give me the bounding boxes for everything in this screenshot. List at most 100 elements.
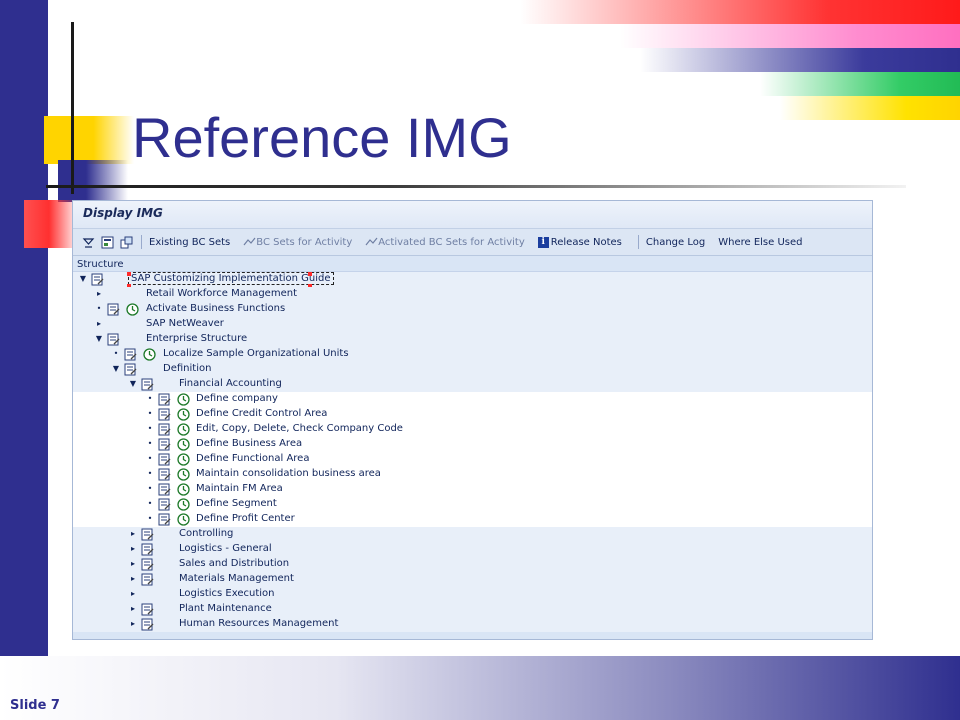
leaf-bullet-icon: •: [147, 469, 153, 478]
document-icon: [158, 513, 171, 526]
existing-bc-sets-button[interactable]: Existing BC Sets: [149, 237, 230, 248]
leaf-bullet-icon: •: [147, 394, 153, 403]
tree-node-label: Define Profit Center: [196, 513, 295, 524]
where-else-used-button[interactable]: Where Else Used: [718, 237, 802, 248]
execute-clock-icon[interactable]: [177, 498, 190, 511]
tree-node[interactable]: ▼ Enterprise Structure: [73, 332, 872, 347]
document-icon: [158, 483, 171, 496]
document-icon: [124, 363, 137, 376]
tree-node[interactable]: • Define Business Area: [73, 437, 872, 452]
execute-clock-icon[interactable]: [177, 408, 190, 421]
tree-node[interactable]: • Activate Business Functions: [73, 302, 872, 317]
collapse-icon[interactable]: ▼: [112, 365, 120, 373]
tree-node-root[interactable]: ▼ SAP Customizing Implementation Guide: [73, 272, 872, 288]
tree-node[interactable]: ▸ SAP NetWeaver: [73, 317, 872, 332]
collapse-icon[interactable]: ▼: [129, 380, 137, 388]
execute-clock-icon[interactable]: [126, 303, 139, 316]
expand-subtree-icon[interactable]: [81, 235, 95, 249]
decor-bottom-band: [0, 656, 960, 720]
tree-node[interactable]: • Define Functional Area: [73, 452, 872, 467]
document-icon: [141, 378, 154, 391]
expand-icon[interactable]: ▸: [129, 530, 137, 538]
navigation-icon[interactable]: [119, 235, 133, 249]
tree-node[interactable]: ▼ Financial Accounting: [73, 377, 872, 392]
activated-bc-sets-button[interactable]: Activated BC Sets for Activity: [365, 237, 525, 248]
display-icon[interactable]: [100, 235, 114, 249]
document-icon: [107, 303, 120, 316]
execute-clock-icon[interactable]: [177, 393, 190, 406]
bc-sets-for-activity-button[interactable]: BC Sets for Activity: [243, 237, 352, 248]
tree-node[interactable]: • Define Credit Control Area: [73, 407, 872, 422]
focus-marker: [308, 272, 312, 276]
tree-node-label: Activate Business Functions: [146, 303, 286, 314]
execute-clock-icon[interactable]: [143, 348, 156, 361]
leaf-bullet-icon: •: [147, 454, 153, 463]
decor-band-blue: [640, 48, 960, 72]
document-icon: [158, 468, 171, 481]
expand-icon[interactable]: ▸: [129, 560, 137, 568]
tree-node-label: SAP NetWeaver: [146, 318, 224, 329]
tree-node-label: Define Segment: [196, 498, 277, 509]
expand-icon[interactable]: ▸: [129, 545, 137, 553]
expand-icon[interactable]: ▸: [129, 590, 137, 598]
tree-node[interactable]: • Define company: [73, 392, 872, 407]
document-icon: [141, 528, 154, 541]
document-icon: [91, 273, 104, 286]
tree-node[interactable]: • Localize Sample Organizational Units: [73, 347, 872, 362]
leaf-bullet-icon: •: [147, 514, 153, 523]
focus-marker: [127, 272, 131, 276]
execute-clock-icon[interactable]: [177, 468, 190, 481]
tree-node[interactable]: • Edit, Copy, Delete, Check Company Code: [73, 422, 872, 437]
tree-node[interactable]: ▸ Materials Management: [73, 572, 872, 587]
change-log-button[interactable]: Change Log: [646, 237, 705, 248]
info-icon: i: [537, 236, 549, 248]
document-icon: [141, 573, 154, 586]
decor-vertical-line: [71, 22, 74, 194]
expand-icon[interactable]: ▸: [129, 620, 137, 628]
collapse-icon[interactable]: ▼: [95, 335, 103, 343]
tree-node[interactable]: ▸ Plant Maintenance: [73, 602, 872, 617]
leaf-bullet-icon: •: [147, 424, 153, 433]
expand-icon[interactable]: ▸: [129, 605, 137, 613]
bc-set-icon: [243, 237, 256, 245]
tree-node[interactable]: ▸ Retail Workforce Management: [73, 287, 872, 302]
expand-icon[interactable]: ▸: [129, 575, 137, 583]
execute-clock-icon[interactable]: [177, 513, 190, 526]
tree-node[interactable]: • Maintain consolidation business area: [73, 467, 872, 482]
tree-node[interactable]: • Define Segment: [73, 497, 872, 512]
activated-bc-sets-label: Activated BC Sets for Activity: [378, 236, 525, 248]
collapse-icon[interactable]: ▼: [79, 275, 87, 283]
tree-node-label: Logistics - General: [179, 543, 272, 554]
execute-clock-icon[interactable]: [177, 483, 190, 496]
tree-node-label: Plant Maintenance: [179, 603, 272, 614]
tree-node-label: Define Functional Area: [196, 453, 310, 464]
tree-node-label: SAP Customizing Implementation Guide: [128, 272, 334, 285]
expand-icon[interactable]: ▸: [95, 320, 103, 328]
expand-icon[interactable]: ▸: [95, 290, 103, 298]
tree-node-label: Financial Accounting: [179, 378, 282, 389]
document-icon: [107, 333, 120, 346]
tree-node[interactable]: ▸ Sales and Distribution: [73, 557, 872, 572]
tree-node[interactable]: ▸ Controlling: [73, 527, 872, 542]
tree-node-label: Edit, Copy, Delete, Check Company Code: [196, 423, 403, 434]
tree-node[interactable]: • Maintain FM Area: [73, 482, 872, 497]
tree-node-label: Definition: [163, 363, 212, 374]
activated-bc-set-icon: [365, 237, 378, 245]
execute-clock-icon[interactable]: [177, 423, 190, 436]
tree-node[interactable]: ▸ Human Resources Management: [73, 617, 872, 632]
document-icon: [141, 543, 154, 556]
sap-display-img-window: Display IMG Existing BC Sets BC Sets for…: [72, 200, 873, 640]
tree-node[interactable]: • Define Profit Center: [73, 512, 872, 527]
tree-node-label: Enterprise Structure: [146, 333, 248, 344]
execute-clock-icon[interactable]: [177, 453, 190, 466]
slide-title: Reference IMG: [132, 106, 512, 169]
decor-band-green: [760, 72, 960, 96]
toolbar: Existing BC Sets BC Sets for Activity Ac…: [73, 229, 872, 256]
release-notes-button[interactable]: i Release Notes: [537, 236, 622, 248]
execute-clock-icon[interactable]: [177, 438, 190, 451]
document-icon: [141, 618, 154, 631]
tree-node[interactable]: ▼ Definition: [73, 362, 872, 377]
tree-node[interactable]: ▸ Logistics Execution: [73, 587, 872, 602]
tree-node[interactable]: ▸ Logistics - General: [73, 542, 872, 557]
document-icon: [158, 498, 171, 511]
